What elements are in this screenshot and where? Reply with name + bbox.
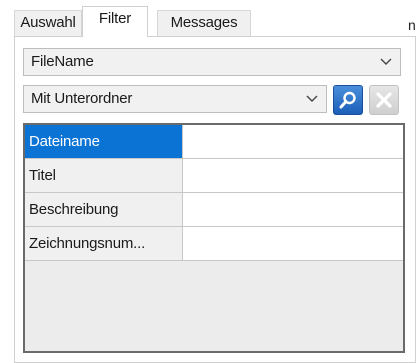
property-row-beschreibung[interactable]: Beschreibung: [25, 193, 403, 227]
filter-panel-window: Auswahl Filter Messages n FileName Mit U…: [0, 0, 416, 363]
field-name-dropdown[interactable]: FileName: [23, 48, 401, 76]
field-name-dropdown-value: FileName: [31, 53, 94, 70]
property-value-cell[interactable]: [183, 125, 403, 159]
tab-messages[interactable]: Messages: [157, 10, 251, 36]
search-icon: [339, 91, 356, 109]
filter-tab-content: FileName Mit Unterordner Dateiname Titel…: [14, 36, 416, 363]
property-name-cell[interactable]: Beschreibung: [25, 193, 183, 227]
search-button[interactable]: [333, 85, 363, 115]
property-value-cell[interactable]: [183, 193, 403, 227]
clear-filter-button[interactable]: [369, 85, 399, 115]
chevron-down-icon: [306, 95, 318, 102]
tab-filter[interactable]: Filter: [82, 6, 148, 37]
property-name-cell[interactable]: Dateiname: [25, 125, 183, 159]
property-row-titel[interactable]: Titel: [25, 159, 403, 193]
clipped-text-fragment: n: [408, 17, 416, 33]
subfolder-scope-dropdown-value: Mit Unterordner: [31, 90, 133, 107]
close-icon: [376, 92, 392, 108]
property-grid: Dateiname Titel Beschreibung Zeichnungsn…: [23, 123, 405, 353]
property-row-dateiname[interactable]: Dateiname: [25, 125, 403, 159]
property-name-cell[interactable]: Titel: [25, 159, 183, 193]
property-value-cell[interactable]: [183, 227, 403, 261]
subfolder-scope-dropdown[interactable]: Mit Unterordner: [23, 85, 327, 113]
tab-strip: Auswahl Filter Messages: [14, 6, 414, 37]
property-row-zeichnungsnummer[interactable]: Zeichnungsnum...: [25, 227, 403, 261]
chevron-down-icon: [380, 58, 392, 65]
tab-auswahl[interactable]: Auswahl: [14, 10, 82, 36]
property-name-cell[interactable]: Zeichnungsnum...: [25, 227, 183, 261]
property-value-cell[interactable]: [183, 159, 403, 193]
